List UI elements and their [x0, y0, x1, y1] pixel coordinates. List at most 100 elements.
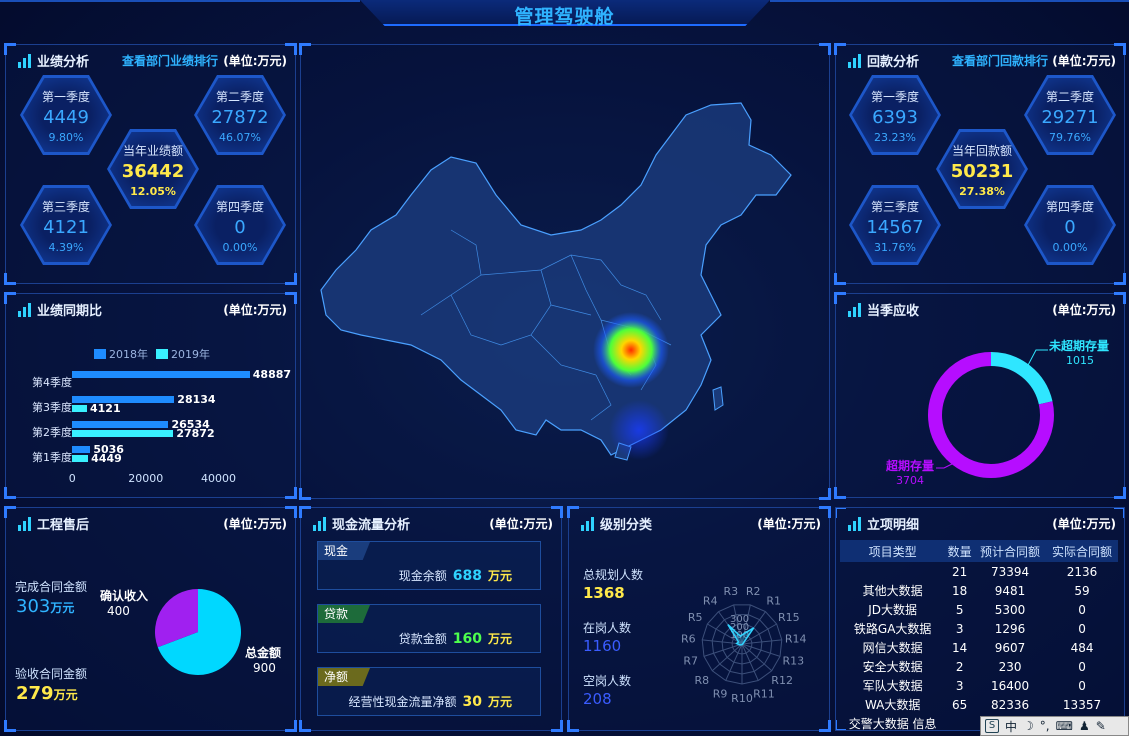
- collect-total-hex: 当年回款额 50231 27.38%: [936, 129, 1028, 209]
- ime-toolbar[interactable]: S 中 ☽ °, ⌨ ♟ ✎: [980, 716, 1129, 736]
- yoy-panel: 业绩同期比 (单位:万元) 2018年 2019年 第1季度 5036 4449 第2季…: [4, 292, 297, 499]
- table-row[interactable]: WA大数据 65 82336 13357: [840, 695, 1118, 714]
- bars-icon: [18, 53, 31, 68]
- cashflow-tag: 现金: [318, 542, 370, 560]
- perf-q1-hex: 第一季度 4449 9.80%: [20, 75, 112, 155]
- bar: [72, 421, 169, 428]
- bar-value-label: 4121: [89, 402, 121, 415]
- keyboard-icon[interactable]: ⌨: [1056, 719, 1073, 733]
- cashflow-row: 现金现金余额 688 万元: [317, 541, 541, 590]
- x-tick-label: 40000: [200, 472, 236, 485]
- table-cell: 3: [955, 678, 964, 693]
- radar-axis-label: R10: [731, 692, 753, 705]
- page-title: 管理驾驶舱: [514, 6, 615, 28]
- table-cell: 其他大数据: [862, 584, 923, 598]
- radar-axis-label: R9: [713, 687, 728, 700]
- receivable-donut-chart: 未超期存量1015 超期存量3704: [885, 338, 1109, 487]
- cashflow-text: 经营性现金流量净额 30 万元: [348, 693, 512, 710]
- table-cell: 交警大数据 信息: [848, 717, 937, 731]
- radar-axis-label: R15: [778, 611, 800, 624]
- radar-axis-label: R13: [783, 655, 805, 668]
- slice-label: 确认收入: [100, 588, 148, 603]
- cashflow-label: 现金余额: [398, 569, 447, 583]
- bar: [72, 396, 175, 403]
- table-row[interactable]: JD大数据 5 5300 0: [840, 600, 1118, 619]
- table-row[interactable]: 21 73394 2136: [840, 562, 1118, 581]
- table-row[interactable]: 安全大数据 2 230 0: [840, 657, 1118, 676]
- category-label: 第1季度: [32, 451, 72, 464]
- unit-label: (单位:万元): [1052, 54, 1116, 68]
- radar-axis-label: R7: [683, 655, 698, 668]
- dashboard-header: 管理驾驶舱: [0, 0, 1129, 28]
- cashflow-value: 30: [462, 694, 482, 710]
- table-cell: 14: [952, 640, 968, 655]
- china-map[interactable]: [301, 45, 831, 500]
- moon-icon[interactable]: ☽: [1023, 719, 1034, 733]
- table-row[interactable]: 其他大数据 18 9481 59: [840, 581, 1118, 600]
- bar: [72, 405, 87, 412]
- radar-axis-label: R8: [695, 674, 710, 687]
- bars-icon: [848, 53, 861, 68]
- bar-value-label: 27872: [176, 427, 215, 440]
- cashflow-unit: 万元: [487, 695, 512, 709]
- table-cell: 230: [998, 659, 1022, 674]
- wrench-icon[interactable]: ✎: [1096, 719, 1106, 733]
- radar-axis-label: R6: [681, 632, 696, 645]
- table-cell: 军队大数据: [862, 679, 923, 693]
- table-header-row: 项目类型 数量 预计合同额 实际合同额: [840, 540, 1118, 562]
- ime-language-toggle[interactable]: 中: [1005, 718, 1017, 735]
- dept-performance-rank-link[interactable]: 查看部门业绩排行: [122, 52, 218, 69]
- table-cell: 2: [955, 659, 964, 674]
- table-cell: 3: [955, 621, 964, 636]
- table-cell: 65: [952, 697, 968, 712]
- dept-collection-rank-link[interactable]: 查看部门回款排行: [952, 52, 1048, 69]
- table-cell: 2136: [1066, 564, 1098, 579]
- table-cell: 5: [955, 602, 964, 617]
- bar-value-label: 48887: [252, 368, 292, 381]
- bar: [72, 455, 89, 462]
- category-label: 第2季度: [32, 426, 72, 439]
- cashflow-label: 经营性现金流量净额: [348, 695, 457, 709]
- perf-q3-hex: 第三季度 4121 4.39%: [20, 185, 112, 265]
- table-cell: 1296: [994, 621, 1026, 636]
- table-cell: 网信大数据: [862, 641, 923, 655]
- x-tick-label: 0: [68, 472, 76, 485]
- bar-value-label: 28134: [177, 393, 216, 406]
- radar-axis-label: R4: [703, 594, 718, 607]
- slice-label: 总金额: [245, 645, 281, 660]
- cashflow-panel: 现金流量分析 (单位:万元) 现金 现金余额 688 万元 贷款 贷款金额 160 万元 净额经…: [299, 506, 563, 732]
- perf-q4-hex: 第四季度 0 0.00%: [194, 185, 286, 265]
- column-header: 数量: [945, 540, 975, 562]
- table-cell: 16400: [990, 678, 1030, 693]
- radar-axis-label: R12: [771, 674, 793, 687]
- table-cell: 0: [1078, 602, 1086, 617]
- table-row[interactable]: 铁路GA大数据 3 1296 0: [840, 619, 1118, 638]
- unit-label: (单位:万元): [489, 517, 553, 531]
- panel-title: 回款分析: [848, 51, 919, 70]
- level-radar-chart: R1R2R3R4R5R6R7R8R9R10R11R12R13R14R151002…: [681, 585, 807, 705]
- bars-icon: [313, 516, 326, 531]
- table-cell: 9607: [994, 640, 1026, 655]
- donut-slice: [990, 352, 1053, 405]
- radar-axis-line: [711, 643, 743, 672]
- ime-logo-icon[interactable]: S: [985, 719, 999, 733]
- cashflow-text: 现金余额 688 万元: [399, 567, 512, 584]
- radar-tick-label: 300: [730, 614, 749, 625]
- heatmap-hotspot-south: [609, 400, 669, 460]
- table-cell: 82336: [990, 697, 1030, 712]
- table-row[interactable]: 网信大数据 14 9607 484: [840, 638, 1118, 657]
- slice-label: 超期存量: [885, 458, 934, 473]
- table-row[interactable]: 军队大数据 3 16400 0: [840, 676, 1118, 695]
- user-icon[interactable]: ♟: [1079, 719, 1090, 733]
- perf-q2-hex: 第二季度 27872 46.07%: [194, 75, 286, 155]
- radar-axis-line: [741, 643, 773, 672]
- radar-axis-label: R2: [746, 585, 761, 598]
- receivable-panel: 当季应收 (单位:万元) 未超期存量 1015 超期存量 3704: [834, 292, 1126, 499]
- punctuation-icon[interactable]: °,: [1040, 719, 1050, 733]
- panel-title: 立项明细: [848, 514, 919, 533]
- table-cell: 0: [1078, 659, 1086, 674]
- project-panel: 立项明细 (单位:万元) 项目类型 数量 预计合同额 实际合同额 21 73394 213…: [835, 507, 1125, 731]
- table-cell: [840, 562, 945, 581]
- table-cell: 18: [952, 583, 968, 598]
- bar: [72, 430, 174, 437]
